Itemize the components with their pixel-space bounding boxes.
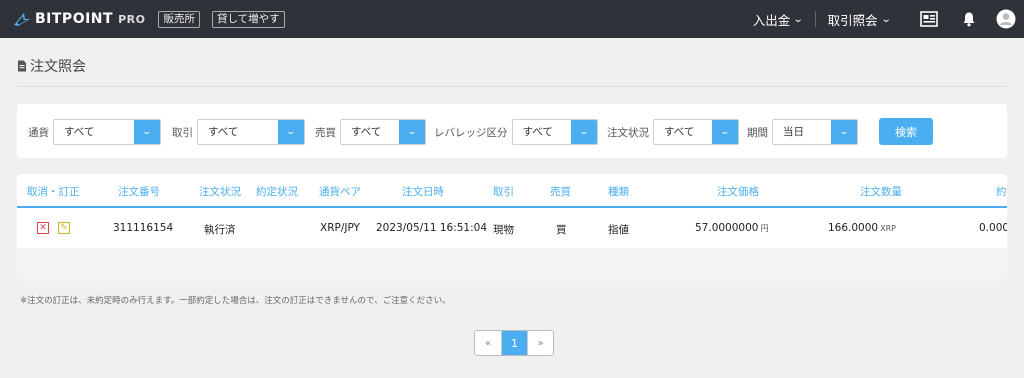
quantity-value: 166.0000: [828, 222, 879, 234]
page-title: 注文照会: [17, 56, 86, 76]
dropdown-button[interactable]: ⌄: [712, 120, 738, 144]
column-header: 通貨ペア: [319, 186, 361, 198]
filter-label: 売買: [315, 126, 336, 139]
layout-icon[interactable]: [920, 10, 938, 28]
cell-currency-pair: XRP/JPY: [320, 222, 360, 234]
chevron-down-icon: ⌄: [141, 127, 153, 137]
page-button-current[interactable]: 1: [501, 331, 527, 355]
cancel-order-icon[interactable]: ✕: [37, 222, 49, 234]
dropdown-button[interactable]: ⌄: [831, 120, 857, 144]
currency-select[interactable]: すべて ⌄: [53, 119, 161, 145]
select-value: すべて: [351, 126, 382, 138]
chevron-down-icon: ⌄: [285, 127, 297, 137]
column-header: 約: [996, 186, 1007, 198]
logo-suffix: PRO: [118, 12, 146, 26]
order-status-select[interactable]: すべて ⌄: [653, 119, 739, 145]
logo-mark-icon: [12, 11, 32, 27]
quantity-unit: XRP: [880, 224, 896, 233]
bitpoint-logo[interactable]: BITPOINT PRO: [12, 11, 145, 27]
trade-select[interactable]: すべて ⌄: [197, 119, 305, 145]
price-value: 57.0000000: [695, 222, 759, 234]
nav-link-lending[interactable]: 貸して増やす: [211, 10, 285, 28]
orders-table: 取消・訂正 注文番号 注文状況 約定状況 通貨ペア 注文日時 取引 売買 種類 …: [17, 174, 1007, 281]
user-icon[interactable]: [996, 9, 1016, 29]
select-value: すべて: [208, 126, 239, 138]
order-edit-note: ※注文の訂正は、未約定時のみ行えます。一部約定した場合は、注文の訂正はできません…: [20, 296, 451, 306]
filter-panel: 通貨 すべて ⌄ 取引 すべて ⌄ 売買 すべて ⌄ レバレッジ区分 すべて ⌄…: [17, 104, 1007, 158]
filter-label: レバレッジ区分: [434, 126, 508, 139]
filter-buy-sell: 売買 すべて ⌄: [315, 119, 426, 145]
nav-link-hanbaijo[interactable]: 販売所: [158, 10, 200, 28]
top-navigation-bar: BITPOINT PRO 販売所 貸して増やす 入出金 ⌄ 取引照会 ⌄: [0, 0, 1024, 38]
page-title-text: 注文照会: [30, 59, 86, 75]
chevron-down-icon: ⌄: [719, 127, 731, 137]
chevron-down-icon: ⌄: [578, 127, 589, 137]
pagination: « 1 »: [474, 330, 554, 356]
logo-text: BITPOINT: [35, 11, 114, 27]
buy-sell-select[interactable]: すべて ⌄: [340, 119, 426, 145]
select-value: 当日: [783, 126, 804, 138]
cell-side: 買: [556, 224, 567, 236]
chevron-down-icon: ⌄: [880, 13, 892, 25]
menu-deposit-withdraw[interactable]: 入出金 ⌄: [741, 10, 815, 29]
column-header: 注文番号: [118, 186, 160, 198]
chevron-down-icon: ⌄: [406, 127, 418, 137]
empty-row: [17, 248, 1007, 281]
menu-label: 入出金: [752, 12, 791, 28]
column-header: 注文状況: [199, 186, 241, 198]
filter-trade: 取引 すべて ⌄: [172, 119, 305, 145]
dropdown-button[interactable]: ⌄: [399, 120, 425, 144]
prev-page-button[interactable]: «: [475, 331, 501, 355]
filter-label: 注文状況: [607, 126, 649, 139]
column-header: 取引: [493, 186, 514, 198]
column-header: 種類: [608, 186, 629, 198]
table-row[interactable]: ✕ ✎ 311116154 執行済 XRP/JPY 2023/05/11 16:…: [17, 210, 1007, 248]
column-header: 約定状況: [256, 186, 298, 198]
divider: [17, 86, 1007, 87]
filter-label: 通貨: [28, 126, 49, 139]
chevron-down-icon: ⌄: [838, 127, 850, 137]
column-header: 注文数量: [860, 186, 902, 198]
bell-icon[interactable]: [960, 10, 978, 28]
cell-order-datetime: 2023/05/11 16:51:04: [376, 222, 488, 234]
dropdown-button[interactable]: ⌄: [570, 120, 597, 144]
filter-leverage: レバレッジ区分 すべて ⌄: [434, 119, 598, 145]
filter-currency: 通貨 すべて ⌄: [28, 119, 161, 145]
select-value: すべて: [64, 126, 95, 138]
column-header: 売買: [550, 186, 571, 198]
dropdown-button[interactable]: ⌄: [278, 120, 304, 144]
document-icon: [17, 60, 27, 72]
cell-order-price: 57.0000000 円: [695, 222, 768, 234]
filter-order-status: 注文状況 すべて ⌄: [607, 119, 739, 145]
filter-period: 期間 当日 ⌄: [747, 119, 858, 145]
table-header-row: 取消・訂正 注文番号 注文状況 約定状況 通貨ペア 注文日時 取引 売買 種類 …: [17, 174, 1007, 208]
column-header: 注文日時: [402, 186, 444, 198]
price-unit: 円: [760, 224, 769, 233]
column-header: 取消・訂正: [27, 186, 80, 198]
edit-order-icon[interactable]: ✎: [58, 222, 70, 234]
menu-trade-inquiry[interactable]: 取引照会 ⌄: [816, 10, 902, 29]
column-header: 注文価格: [717, 186, 759, 198]
select-value: すべて: [522, 126, 553, 138]
chevron-down-icon: ⌄: [792, 13, 804, 25]
menu-label: 取引照会: [827, 12, 878, 28]
cell-trade-type: 現物: [493, 224, 514, 236]
leverage-select[interactable]: すべて ⌄: [511, 119, 598, 145]
cell-order-status: 執行済: [204, 224, 236, 236]
period-select[interactable]: 当日 ⌄: [772, 119, 858, 145]
next-page-button[interactable]: »: [527, 331, 553, 355]
dropdown-button[interactable]: ⌄: [134, 120, 160, 144]
search-button[interactable]: 検索: [879, 118, 933, 145]
cell-order-type: 指値: [608, 224, 629, 236]
cell-order-quantity: 166.0000 XRP: [828, 222, 896, 234]
cell-order-number: 311116154: [113, 222, 174, 234]
select-value: すべて: [664, 126, 695, 138]
filter-label: 期間: [747, 126, 768, 139]
cell-executed-quantity: 0.0000: [979, 222, 1007, 234]
filter-label: 取引: [172, 126, 193, 139]
